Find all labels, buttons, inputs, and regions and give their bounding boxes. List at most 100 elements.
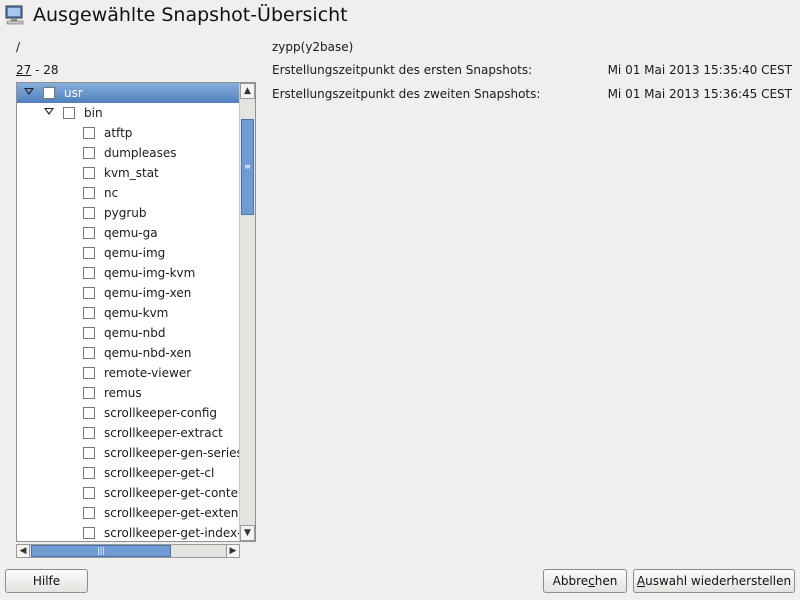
tree-item-label: qemu-img [104,246,166,260]
range-first: 27 [16,63,32,77]
range-second: 28 [43,63,59,77]
horizontal-scrollbar[interactable]: ◀ ||| ▶ [16,544,240,558]
tree-item-label: remus [104,386,142,400]
tree-item-file[interactable]: qemu-img [17,243,239,263]
tree-item-label: scrollkeeper-config [104,406,218,420]
cancel-button[interactable]: Abbrechen [543,569,627,593]
tree-item-label: qemu-kvm [104,306,169,320]
tree-item-label: scrollkeeper-get-cl [104,466,215,480]
checkbox-bin[interactable] [63,107,75,119]
file-tree[interactable]: usr bin atftp dumpleases kvm_statnc pygrub q… [16,82,256,542]
tree-item-label: scrollkeeper-gen-seriesid [104,446,239,460]
tree-item-label: qemu-nbd [104,326,166,340]
page-title: Ausgewählte Snapshot-Übersicht [33,4,348,26]
second-snapshot-label: Erstellungszeitpunkt des zweiten Snapsho… [272,87,541,101]
snapshot-range: 27 - 28 [16,63,59,77]
scroll-right-button[interactable]: ▶ [226,544,240,558]
snapshot-path: / [16,40,21,54]
tree-item-label: qemu-ga [104,226,158,240]
snapshot-description: zypp(y2base) [272,40,354,54]
file-checkbox[interactable] [83,467,95,479]
first-snapshot-label: Erstellungszeitpunkt des ersten Snapshot… [272,63,533,77]
tree-item-label: usr [64,86,83,100]
tree-item-file[interactable]: qemu-kvm [17,303,239,323]
tree-item-file[interactable]: qemu-ga [17,223,239,243]
tree-item-file[interactable]: scrollkeeper-gen-seriesid [17,443,239,463]
cancel-label-start: Abbre [552,574,589,588]
scroll-down-button[interactable]: ▼ [240,525,255,541]
tree-item-label: scrollkeeper-extract [104,426,223,440]
file-checkbox[interactable] [83,187,95,199]
file-checkbox[interactable] [83,507,95,519]
file-checkbox[interactable] [83,427,95,439]
cancel-label-accel: c [588,574,595,588]
scroll-up-button[interactable]: ▲ [240,83,255,99]
tree-item-label: kvm_stat [104,166,159,180]
file-checkbox[interactable] [83,327,95,339]
file-checkbox[interactable] [83,407,95,419]
first-snapshot-time: Mi 01 Mai 2013 15:35:40 CEST [607,63,792,77]
file-checkbox[interactable] [83,227,95,239]
tree-item-file[interactable]: scrollkeeper-config [17,403,239,423]
file-checkbox[interactable] [83,367,95,379]
title-bar: Ausgewählte Snapshot-Übersicht [0,0,800,32]
tree-item-file[interactable]: qemu-img-kvm [17,263,239,283]
tree-item-label: scrollkeeper-get-index-from-docpath [104,526,239,540]
help-button[interactable]: Hilfe [5,569,88,593]
expand-arrow-icon[interactable] [44,108,54,115]
tree-item-label: scrollkeeper-get-extended-content-list [104,506,239,520]
tree-item-label: qemu-img-xen [104,286,192,300]
tree-item-file[interactable]: remus [17,383,239,403]
tree-item-file[interactable]: kvm_stat [17,163,239,183]
computer-icon [5,5,24,25]
tree-item-file[interactable]: scrollkeeper-get-index-from-docpath [17,523,239,541]
tree-item-file[interactable]: scrollkeeper-get-extended-content-list [17,503,239,523]
tree-item-file[interactable]: nc [17,183,239,203]
tree-item-file[interactable]: remote-viewer [17,363,239,383]
file-checkbox[interactable] [83,147,95,159]
tree-item-usr[interactable]: usr [17,83,239,103]
file-checkbox[interactable] [83,447,95,459]
restore-label-end: uswahl wiederherstellen [645,574,792,588]
file-checkbox[interactable] [83,167,95,179]
file-checkbox[interactable] [83,207,95,219]
tree-item-label: qemu-img-kvm [104,266,196,280]
tree-item-label: dumpleases [104,146,177,160]
checkbox-usr[interactable] [43,87,55,99]
restore-selection-button[interactable]: Auswahl wiederherstellen [633,569,795,593]
tree-item-file[interactable]: atftp [17,123,239,143]
tree-item-file[interactable]: dumpleases [17,143,239,163]
tree-item-file[interactable]: qemu-nbd [17,323,239,343]
vertical-scroll-thumb[interactable]: ≡ [241,119,254,215]
file-checkbox[interactable] [83,347,95,359]
tree-item-label: qemu-nbd-xen [104,346,192,360]
file-checkbox[interactable] [83,247,95,259]
tree-item-label: pygrub [104,206,147,220]
second-snapshot-time: Mi 01 Mai 2013 15:36:45 CEST [607,87,792,101]
tree-item-file[interactable]: scrollkeeper-extract [17,423,239,443]
expand-arrow-icon[interactable] [24,88,34,95]
tree-item-file[interactable]: pygrub [17,203,239,223]
file-checkbox[interactable] [83,287,95,299]
tree-item-label: bin [84,106,103,120]
tree-item-file[interactable]: qemu-img-xen [17,283,239,303]
file-tree-list[interactable]: usr bin atftp dumpleases kvm_statnc pygrub q… [17,83,239,541]
file-checkbox[interactable] [83,387,95,399]
tree-item-label: remote-viewer [104,366,192,380]
tree-item-bin[interactable]: bin [17,103,239,123]
tree-item-label: atftp [104,126,133,140]
range-separator: - [31,63,44,77]
tree-item-label: nc [104,186,119,200]
file-checkbox[interactable] [83,127,95,139]
horizontal-scroll-thumb[interactable]: ||| [31,545,171,557]
file-checkbox[interactable] [83,527,95,539]
file-checkbox[interactable] [83,307,95,319]
tree-item-file[interactable]: scrollkeeper-get-content-list [17,483,239,503]
vertical-scrollbar[interactable]: ▲ ≡ ▼ [239,83,255,541]
scroll-left-button[interactable]: ◀ [16,544,30,558]
tree-item-file[interactable]: qemu-nbd-xen [17,343,239,363]
tree-item-label: scrollkeeper-get-content-list [104,486,239,500]
file-checkbox[interactable] [83,267,95,279]
file-checkbox[interactable] [83,487,95,499]
tree-item-file[interactable]: scrollkeeper-get-cl [17,463,239,483]
